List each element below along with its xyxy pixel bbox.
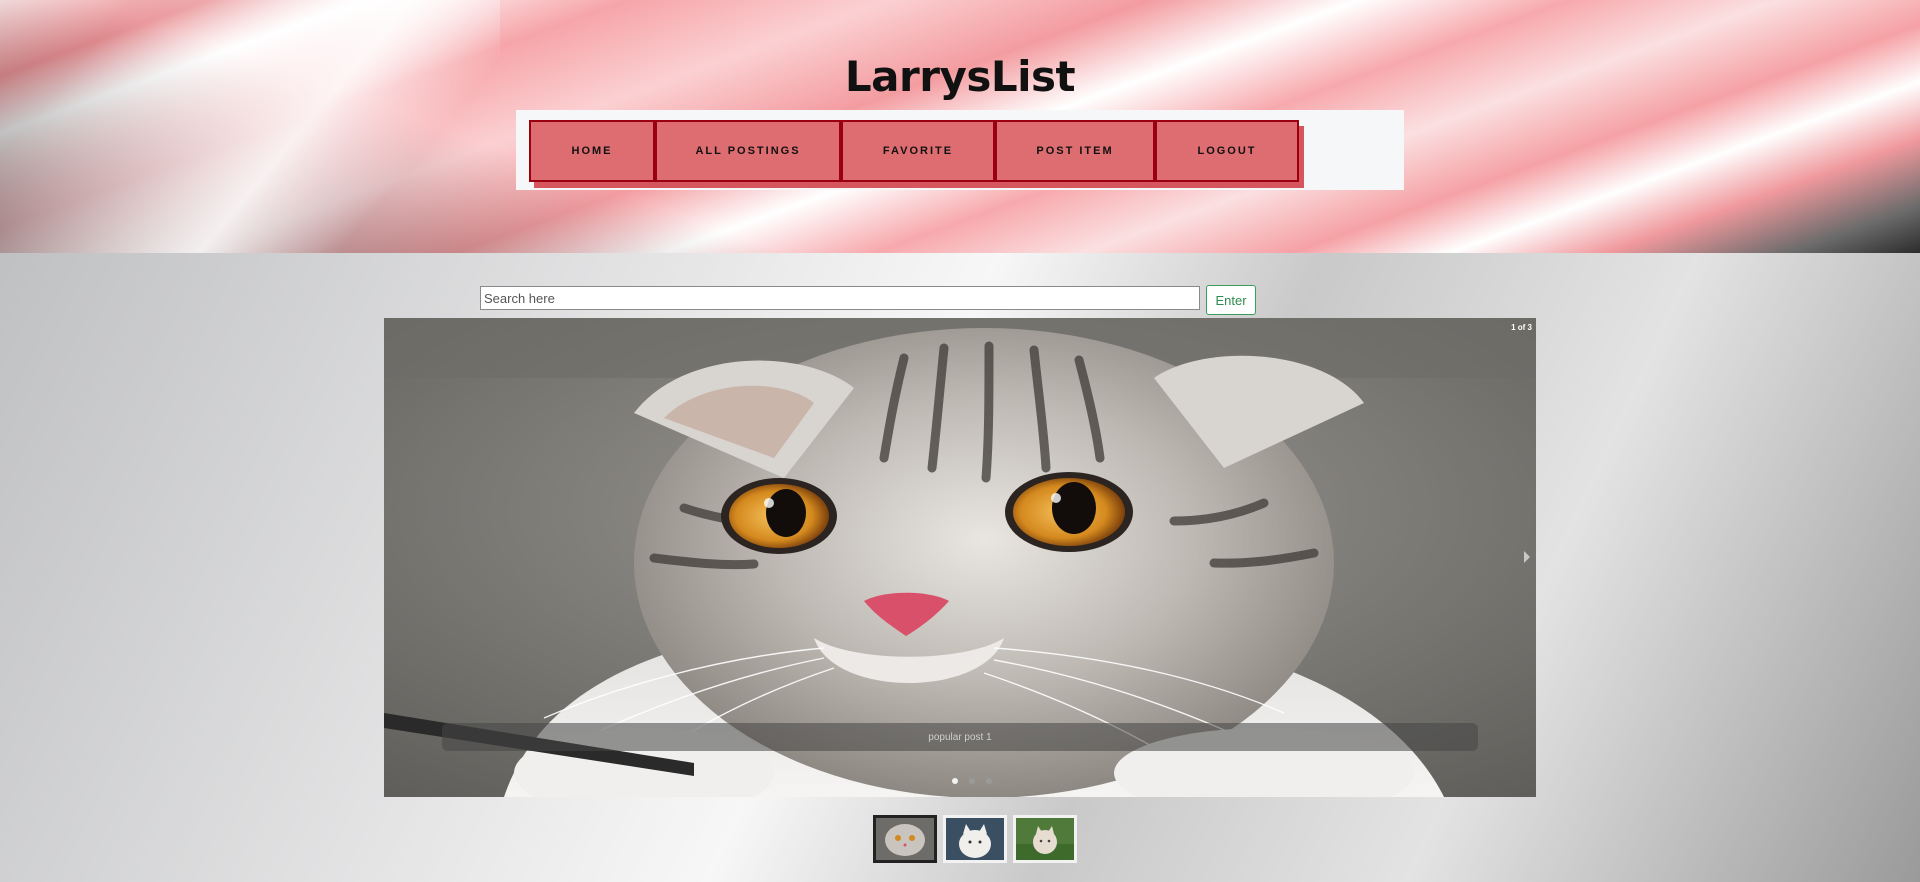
slide-dot-3[interactable]	[986, 778, 992, 784]
slide-dot-2[interactable]	[969, 778, 975, 784]
nav-logout-button[interactable]: LOGOUT	[1155, 120, 1299, 182]
thumbnail-1[interactable]	[873, 815, 937, 863]
slide-indicator	[952, 778, 992, 784]
thumbnail-2[interactable]	[943, 815, 1007, 863]
nav-home-button[interactable]: HOME	[529, 120, 655, 182]
thumbnail-strip	[873, 815, 1077, 863]
nav-all-postings-button[interactable]: ALL POSTINGS	[655, 120, 841, 182]
nav-post-item-button[interactable]: POST ITEM	[995, 120, 1155, 182]
slide-caption-text: popular post 1	[928, 731, 992, 743]
slide-caption: popular post 1	[442, 723, 1478, 751]
thumbnail-3[interactable]	[1013, 815, 1077, 863]
nav-favorite-button[interactable]: FAVORITE	[841, 120, 995, 182]
search-input[interactable]	[480, 286, 1200, 310]
slide-counter: 1 of 3	[1511, 323, 1532, 332]
image-carousel[interactable]: 1 of 3 popular post 1	[384, 318, 1536, 797]
next-slide-arrow-icon[interactable]	[1524, 551, 1530, 563]
slide-dot-1[interactable]	[952, 778, 958, 784]
site-title: LarrysList	[844, 52, 1076, 101]
search-enter-button[interactable]: Enter	[1206, 285, 1256, 315]
header-banner: LarrysList HOME ALL POSTINGS FAVORITE PO…	[0, 0, 1920, 253]
main-nav: HOME ALL POSTINGS FAVORITE POST ITEM LOG…	[529, 120, 1299, 182]
